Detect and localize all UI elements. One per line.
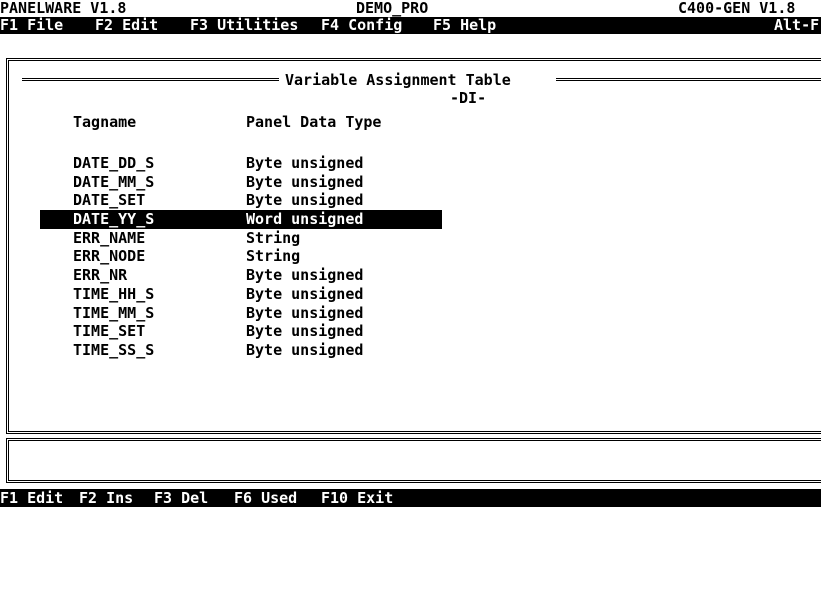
target-name: C400-GEN V1.8 [678,0,796,17]
data-type-cell: String [246,228,301,247]
title-rule-left [22,78,279,81]
title-rule-right [556,78,821,81]
key-delete[interactable]: F3 Del [154,489,208,507]
menu-alt-hint: Alt-F [774,16,820,34]
menu-utilities[interactable]: F3 Utilities [190,17,298,34]
project-name: DEMO_PRO [356,0,429,17]
data-type-cell: Word unsigned [246,210,364,229]
table-row[interactable]: DATE_MM_S Byte unsigned [40,173,442,192]
data-type-cell: Byte unsigned [246,154,364,172]
table-row[interactable]: ERR_NAME String [40,229,442,248]
tagname-cell: DATE_MM_S [73,172,155,191]
tagname-cell: TIME_MM_S [73,303,155,322]
key-used[interactable]: F6 Used [234,489,297,507]
message-panel [6,438,821,483]
tagname-cell: DATE_DD_S [73,154,155,172]
menu-file[interactable]: F1 File [0,17,63,34]
menu-config[interactable]: F4 Config [321,17,402,34]
data-type-cell: Byte unsigned [246,172,364,191]
tagname-cell: TIME_SS_S [73,340,155,359]
data-type-cell: Byte unsigned [246,322,364,341]
table-row[interactable]: DATE_SET Byte unsigned [40,191,442,210]
data-type-cell: Byte unsigned [246,284,364,303]
data-type-cell: Byte unsigned [246,340,364,359]
key-exit[interactable]: F10 Exit [321,489,393,507]
key-insert[interactable]: F2 Ins [79,489,133,507]
table-row[interactable]: ERR_NR Byte unsigned [40,266,442,285]
data-type-cell: String [246,247,301,266]
table-row[interactable]: TIME_HH_S Byte unsigned [40,285,442,304]
data-type-cell: Byte unsigned [246,191,364,210]
function-key-bar: F1 Edit F2 Ins F3 Del F6 Used F10 Exit [0,489,821,507]
data-type-cell: Byte unsigned [246,266,364,285]
table-row[interactable]: ERR_NODE String [40,247,442,266]
tagname-cell: ERR_NR [73,266,128,285]
tagname-cell: DATE_SET [73,191,146,210]
variable-list: DATE_DD_S Byte unsigned DATE_MM_S Byte u… [40,154,442,360]
table-row-selected[interactable]: DATE_YY_S Word unsigned [40,210,442,229]
key-edit[interactable]: F1 Edit [0,489,63,507]
column-header-tagname: Tagname [73,113,137,131]
tagname-cell: DATE_YY_S [73,210,155,229]
table-row[interactable]: DATE_DD_S Byte unsigned [40,154,442,173]
menu-bar: F1 File F2 Edit F3 Utilities F4 Config F… [0,17,821,34]
panel-title: Variable Assignment Table [281,72,515,89]
table-row[interactable]: TIME_MM_S Byte unsigned [40,304,442,323]
menu-edit[interactable]: F2 Edit [95,17,158,34]
data-type-cell: Byte unsigned [246,303,364,322]
tagname-cell: TIME_SET [73,322,146,341]
menu-help[interactable]: F5 Help [433,17,496,34]
table-row[interactable]: TIME_SET Byte unsigned [40,322,442,341]
tagname-cell: ERR_NAME [73,228,146,247]
tagname-cell: TIME_HH_S [73,284,155,303]
table-row[interactable]: TIME_SS_S Byte unsigned [40,341,442,360]
column-header-data-type: Panel Data Type [246,113,382,131]
panel-subtitle: -DI- [450,89,487,107]
app-name: PANELWARE V1.8 [0,0,127,17]
tagname-cell: ERR_NODE [73,247,146,266]
